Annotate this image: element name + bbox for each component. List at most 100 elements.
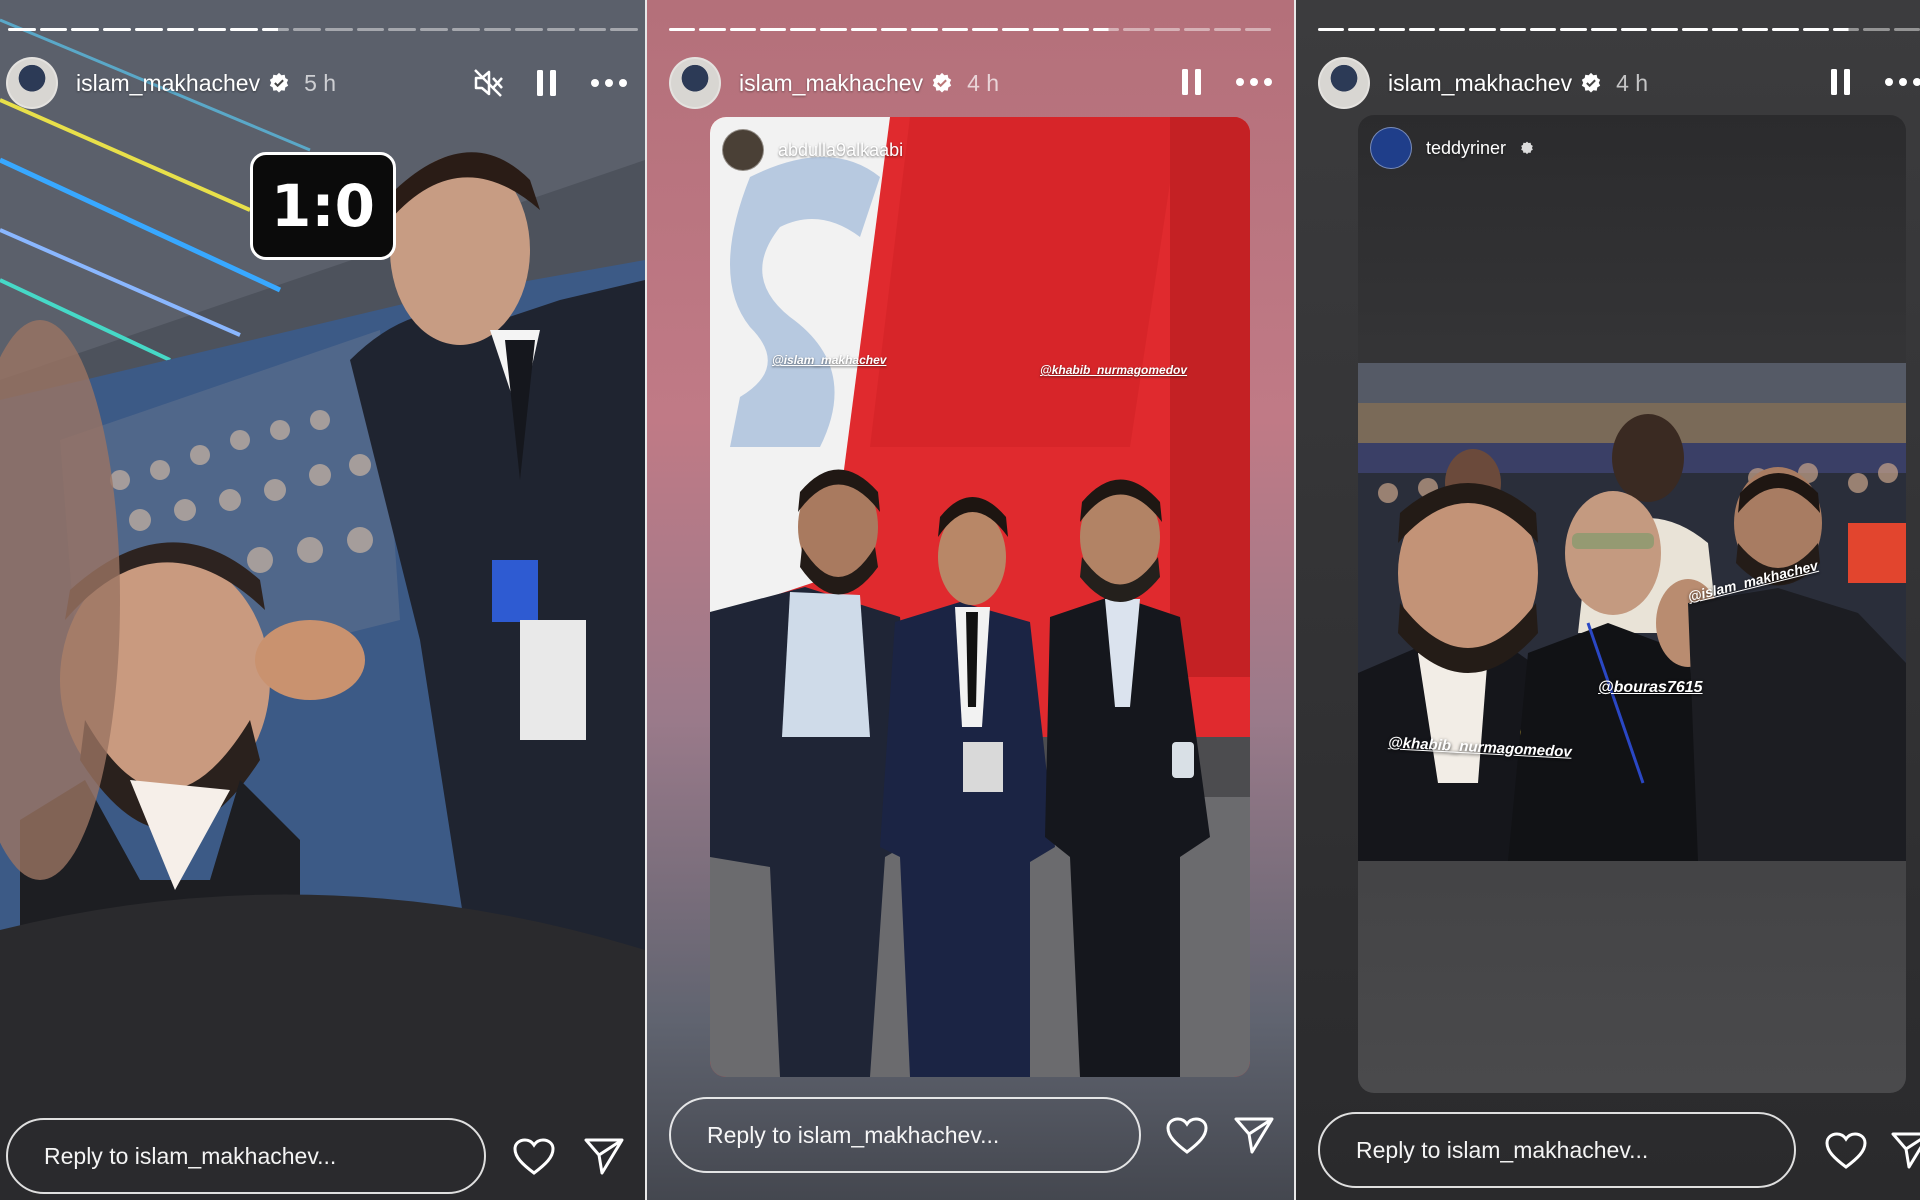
shared-post-header: abdulla9alkaabi (722, 129, 903, 171)
progress-segment (1469, 28, 1496, 31)
progress-segment (1348, 28, 1375, 31)
progress-segment (325, 28, 353, 31)
progress-segment (610, 28, 639, 31)
mention-tag[interactable]: @islam_makhachev (772, 353, 886, 367)
verified-badge-icon (1521, 141, 1533, 155)
shared-author-username[interactable]: teddyriner (1426, 138, 1506, 159)
progress-segment (971, 28, 999, 31)
story-panel-2[interactable]: islam_makhachev 4 h abdulla9alkaabi @isl… (647, 0, 1294, 1200)
heart-icon[interactable] (1165, 1116, 1209, 1156)
progress-segment (293, 28, 322, 31)
progress-segment (356, 28, 385, 31)
progress-segment (790, 28, 817, 31)
progress-segment (1711, 28, 1739, 31)
reply-input[interactable]: Reply to islam_makhachev... (669, 1097, 1141, 1173)
pause-icon[interactable] (1179, 67, 1205, 97)
progress-segment (1681, 28, 1708, 31)
story-controls (472, 67, 628, 99)
progress-segment (546, 28, 575, 31)
progress-segment (699, 28, 726, 31)
progress-segment-active (1833, 28, 1860, 31)
more-dots-icon[interactable] (1884, 77, 1920, 87)
progress-segment (1318, 28, 1345, 31)
heart-icon[interactable] (1824, 1131, 1868, 1171)
avatar[interactable] (669, 57, 721, 109)
progress-segment (388, 28, 417, 31)
progress-segment (1002, 28, 1029, 31)
progress-segment (1893, 28, 1920, 31)
progress-segment (1863, 28, 1890, 31)
story-controls (1828, 67, 1920, 97)
post-time: 5 h (304, 69, 337, 96)
shared-post-card[interactable]: teddyriner @islam_makhachev @bouras7615 … (1358, 115, 1906, 1093)
story-header: islam_makhachev 5 h (6, 55, 636, 111)
avatar[interactable] (1318, 57, 1370, 109)
progress-segment (229, 28, 258, 31)
username[interactable]: islam_makhachev (739, 70, 923, 97)
shared-author-avatar[interactable] (722, 129, 764, 171)
story-header: islam_makhachev 4 h (1318, 55, 1920, 111)
reply-input[interactable]: Reply to islam_makhachev... (6, 1118, 486, 1194)
progress-segment (103, 28, 131, 31)
shared-author-username[interactable]: abdulla9alkaabi (778, 140, 903, 161)
progress-segment (451, 28, 480, 31)
progress-segment (669, 28, 696, 31)
story-header: islam_makhachev 4 h (669, 55, 1279, 111)
shared-post-header: teddyriner (1370, 127, 1534, 169)
progress-segment (483, 28, 512, 31)
progress-segment (1802, 28, 1830, 31)
story-panel-1[interactable]: islam_makhachev 5 h 1:0 Reply to islam_m… (0, 0, 645, 1200)
progress-segment (420, 28, 448, 31)
username[interactable]: islam_makhachev (76, 70, 260, 97)
progress-segment (729, 28, 756, 31)
progress-segment (1244, 28, 1271, 31)
shared-post-card[interactable]: abdulla9alkaabi @islam_makhachev @khabib… (710, 117, 1250, 1077)
progress-segment (134, 28, 163, 31)
speaker-muted-icon[interactable] (472, 67, 504, 99)
progress-segment (850, 28, 878, 31)
progress-segment (1499, 28, 1527, 31)
more-dots-icon[interactable] (1235, 77, 1273, 87)
send-icon[interactable] (583, 1136, 625, 1176)
progress-segment (1560, 28, 1587, 31)
progress-segment (1590, 28, 1617, 31)
progress-segment (1214, 28, 1241, 31)
progress-segment (8, 28, 36, 31)
more-dots-icon[interactable] (590, 78, 628, 88)
verified-badge-icon (932, 72, 952, 93)
reply-input[interactable]: Reply to islam_makhachev... (1318, 1112, 1796, 1188)
progress-segment (1651, 28, 1678, 31)
verified-badge-icon (269, 72, 289, 93)
progress-segment (1742, 28, 1769, 31)
stadium-selfie-image (1358, 363, 1906, 861)
progress-segment (71, 28, 100, 31)
story-panel-3[interactable]: islam_makhachev 4 h teddyriner @islam_ma… (1296, 0, 1920, 1200)
story-controls (1179, 67, 1273, 97)
progress-segment-active (1093, 28, 1120, 31)
post-time: 4 h (1616, 69, 1649, 96)
shared-author-avatar[interactable] (1370, 127, 1412, 169)
progress-segment (1439, 28, 1466, 31)
progress-segment (881, 28, 908, 31)
progress-segment (941, 28, 968, 31)
progress-segment (198, 28, 226, 31)
progress-segment (1153, 28, 1181, 31)
progress-segment (1184, 28, 1211, 31)
progress-segment (1062, 28, 1090, 31)
pause-icon[interactable] (534, 68, 560, 98)
mention-tag[interactable]: @khabib_nurmagomedov (1040, 363, 1187, 377)
pause-icon[interactable] (1828, 67, 1854, 97)
heart-icon[interactable] (512, 1137, 556, 1177)
username[interactable]: islam_makhachev (1388, 70, 1572, 97)
story-progress-bar (1318, 28, 1920, 32)
progress-segment (1378, 28, 1405, 31)
progress-segment (578, 28, 607, 31)
avatar[interactable] (6, 57, 58, 109)
mention-tag[interactable]: @bouras7615 (1598, 679, 1703, 697)
send-icon[interactable] (1890, 1130, 1920, 1170)
progress-segment (911, 28, 938, 31)
send-icon[interactable] (1233, 1115, 1275, 1155)
progress-segment (1408, 28, 1436, 31)
shared-post-photo (710, 117, 1250, 1077)
progress-segment (820, 28, 847, 31)
